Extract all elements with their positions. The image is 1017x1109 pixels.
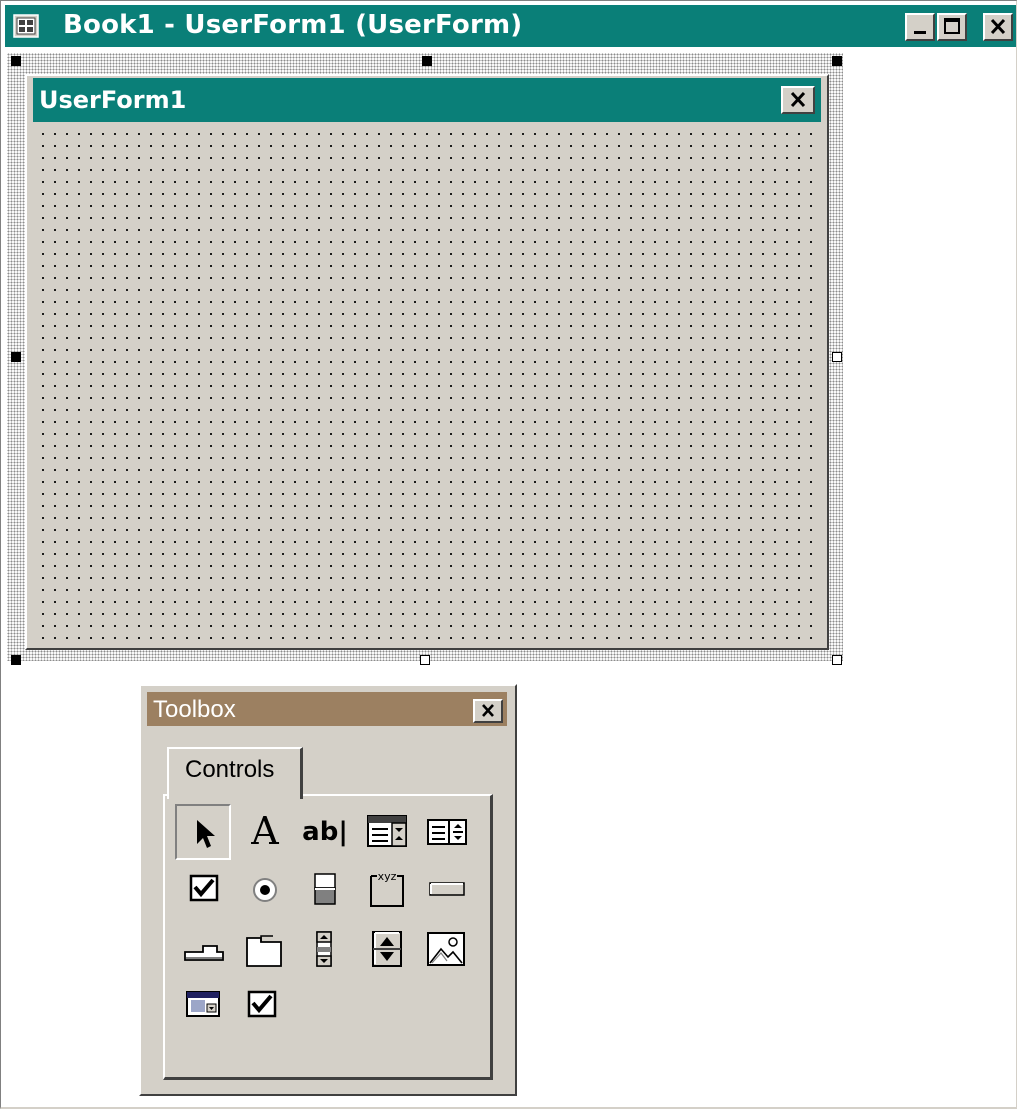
userform-grid-surface[interactable] [33,126,821,644]
vbe-userform-window: Book1 - UserForm1 (UserForm) UserForm1 T… [0,0,1017,1109]
close-icon [790,91,806,108]
userform-titlebar[interactable]: UserForm1 [33,78,821,122]
tool-checkbox[interactable] [177,862,233,918]
tool-scrollbar[interactable] [297,922,353,978]
resize-handle-bottom[interactable] [420,655,430,665]
resize-handle-left [11,352,21,362]
textbox-icon: ab| [302,817,348,847]
resize-handle-top-left [11,56,21,66]
tool-refedit[interactable] [177,978,233,1034]
resize-handle-right[interactable] [832,352,842,362]
frame-icon: xyz [370,870,404,907]
image-icon [427,932,465,966]
close-button[interactable] [983,13,1013,41]
close-icon [482,704,494,717]
tool-image[interactable] [419,922,475,978]
tool-label[interactable]: A [237,804,293,860]
refedit-icon [186,991,220,1017]
svg-text:A: A [250,809,279,853]
userform-designer[interactable]: UserForm1 [25,74,829,650]
maximize-icon [944,18,960,34]
resize-handle-bottom-right[interactable] [832,655,842,665]
tool-commandbutton[interactable] [419,862,475,918]
maximize-button[interactable] [937,13,967,41]
minimize-icon [914,31,926,34]
toolbox-window: Toolbox Controls A ab| xyz [139,684,517,1096]
togglebutton-icon [314,873,336,905]
tab-controls-label: Controls [185,756,275,783]
tool-togglebutton[interactable] [297,862,353,918]
tool-tabstrip[interactable] [177,922,233,978]
optionbutton-icon [253,878,277,902]
tool-frame[interactable]: xyz [359,862,415,918]
tool-optionbutton[interactable] [237,862,293,918]
tabstrip-icon [184,945,224,961]
svg-text:xyz: xyz [378,870,397,883]
commandbutton-icon [429,882,465,896]
spinbutton-icon [372,931,402,967]
tool-listbox[interactable] [419,804,475,860]
toolbox-close-button[interactable] [473,699,503,723]
checkbox-icon [189,874,219,902]
label-icon: A [250,809,279,853]
combobox-icon [367,815,407,847]
checkbox-icon [247,990,277,1018]
svg-text:ab|: ab| [302,817,348,847]
listbox-icon [427,819,467,845]
resize-handle-bottom-left [11,655,21,665]
tool-multipage[interactable] [237,922,293,978]
resize-handle-top [422,56,432,66]
window-titlebar[interactable]: Book1 - UserForm1 (UserForm) [5,5,1016,47]
resize-handle-top-right [832,56,842,66]
tool-select-objects[interactable] [175,804,231,860]
close-icon [990,18,1006,35]
tool-checkbox-2[interactable] [237,978,293,1034]
select-objects-icon [197,820,215,848]
tool-combobox[interactable] [359,804,415,860]
toolbox-title: Toolbox [153,696,236,723]
minimize-button[interactable] [905,13,935,41]
toolbox-titlebar[interactable]: Toolbox [147,692,507,726]
scrollbar-icon [316,931,332,967]
window-title: Book1 - UserForm1 (UserForm) [63,10,523,40]
userform-title: UserForm1 [39,86,187,114]
tab-controls[interactable]: Controls [167,747,303,799]
tool-spinbutton[interactable] [359,922,415,978]
multipage-icon [246,935,282,967]
tool-textbox[interactable]: ab| [297,804,353,860]
userform-window-icon [13,14,39,38]
userform-close-button[interactable] [781,86,815,114]
